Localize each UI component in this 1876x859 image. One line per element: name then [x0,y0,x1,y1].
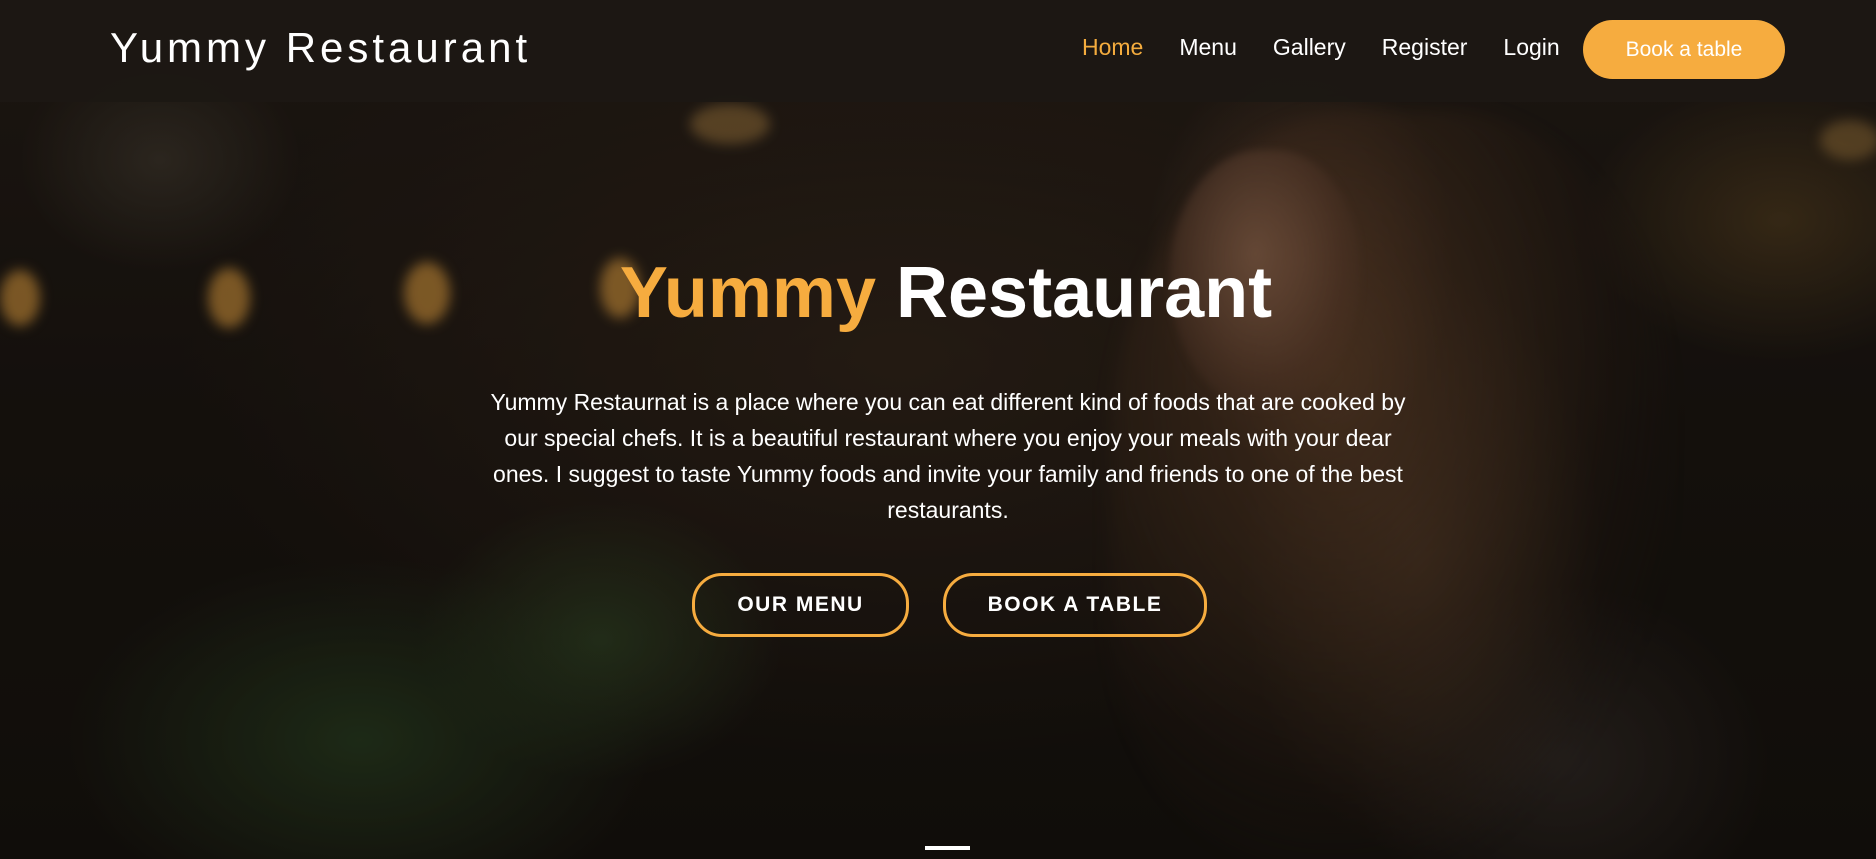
page: Yummy Restaurant Home Menu Gallery Regis… [0,0,1876,859]
site-logo[interactable]: Yummy Restaurant [110,24,531,72]
nav-menu-link[interactable]: Menu [1179,34,1237,61]
hero-description: Yummy Restaurnat is a place where you ca… [490,389,1406,523]
nav-gallery-link[interactable]: Gallery [1273,34,1346,61]
book-table-button[interactable]: BOOK A TABLE [943,573,1207,637]
hero-title-rest: Restaurant [896,253,1273,333]
site-header: Yummy Restaurant Home Menu Gallery Regis… [0,0,1876,102]
book-table-nav-button[interactable]: Book a table [1583,20,1785,79]
hero-title-accent: Yummy [619,253,876,333]
nav-login-link[interactable]: Login [1503,34,1559,61]
main-nav: Home Menu Gallery Register Login [1082,34,1596,61]
carousel-indicator[interactable] [925,846,970,850]
hero-title: Yummy Restaurant [0,252,1876,334]
nav-register-link[interactable]: Register [1382,34,1468,61]
nav-home-link[interactable]: Home [1082,34,1143,61]
our-menu-button[interactable]: OUR MENU [692,573,909,637]
